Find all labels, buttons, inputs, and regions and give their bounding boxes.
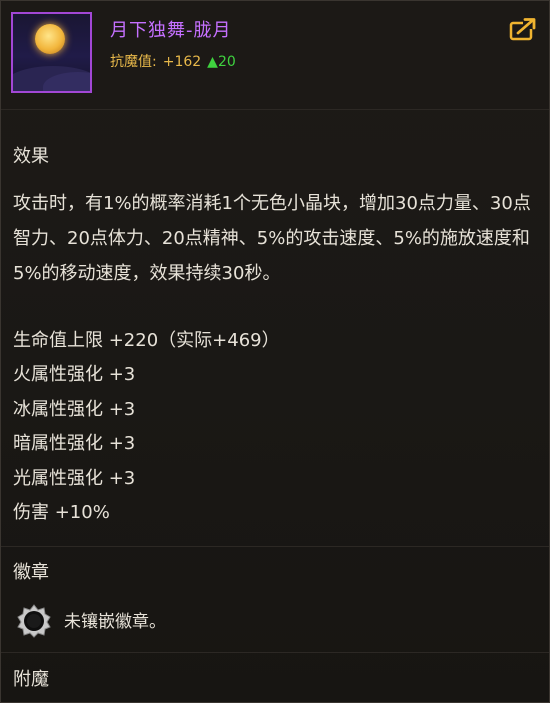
attribute-fire-strength: 火属性强化 +3 bbox=[13, 364, 136, 386]
attribute-light-strength: 光属性强化 +3 bbox=[13, 467, 136, 489]
stat-label: 抗魔值: bbox=[110, 54, 157, 70]
up-arrow-icon: ▲ bbox=[207, 54, 218, 70]
effect-description: 攻击时，有1%的概率消耗1个无色小晶块，增加30点力量、30点智力、20点体力、… bbox=[13, 193, 531, 284]
attribute-ice-strength: 冰属性强化 +3 bbox=[13, 398, 136, 420]
empty-socket-icon bbox=[17, 604, 51, 638]
emblem-divider bbox=[1, 546, 549, 547]
attribute-dark-strength: 暗属性强化 +3 bbox=[13, 433, 136, 455]
attribute-max-hp: 生命值上限 +220（实际+469） bbox=[13, 330, 280, 351]
stat-delta: 20 bbox=[217, 54, 236, 70]
magic-resist-stat: 抗魔值: +162 ▲20 bbox=[110, 51, 236, 71]
attribute-list: 生命值上限 +220（实际+469） 火属性强化 +3 冰属性强化 +3 暗属性… bbox=[13, 324, 280, 530]
effect-title: 效果 bbox=[13, 146, 49, 167]
item-name: 月下独舞-胧月 bbox=[110, 20, 232, 41]
header-divider bbox=[1, 109, 549, 110]
share-link-icon[interactable] bbox=[509, 17, 537, 41]
item-header: 月下独舞-胧月 抗魔值: +162 ▲20 bbox=[1, 1, 549, 109]
item-icon bbox=[11, 12, 92, 93]
emblem-socket-text: 未镶嵌徽章。 bbox=[64, 612, 166, 632]
enchant-title: 附魔 bbox=[13, 669, 49, 690]
attribute-damage: 伤害 +10% bbox=[13, 501, 110, 523]
item-tooltip-panel: 月下独舞-胧月 抗魔值: +162 ▲20 效果 攻击时，有1%的概率消耗1个无色小… bbox=[0, 0, 550, 703]
moon-icon bbox=[35, 24, 65, 54]
enchant-divider bbox=[1, 652, 549, 653]
stat-value: +162 bbox=[162, 54, 202, 70]
emblem-title: 徽章 bbox=[13, 562, 49, 583]
